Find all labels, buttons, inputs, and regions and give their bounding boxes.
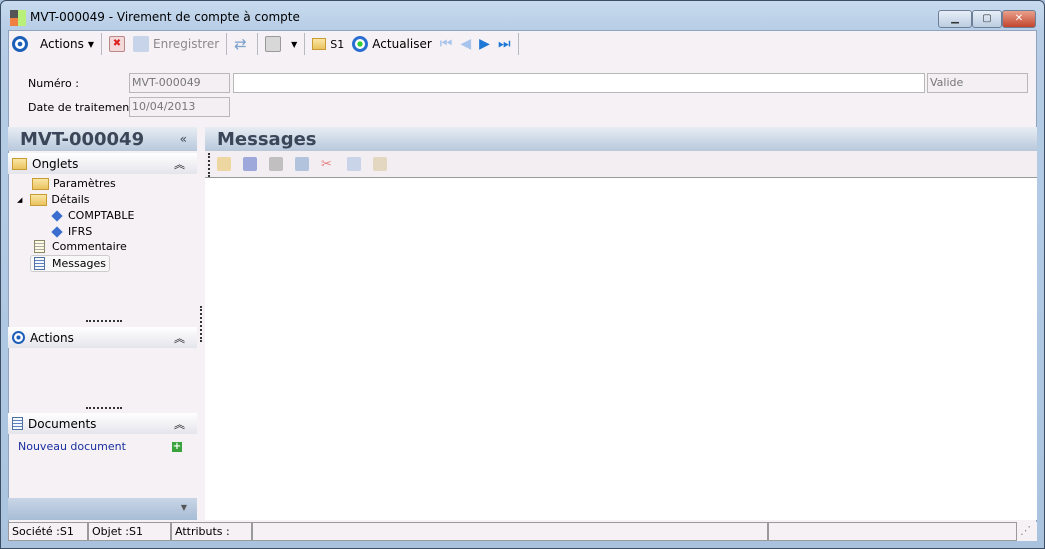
tree-item-ifrs[interactable]: IFRS [50,225,92,238]
document-icon [34,240,45,253]
diamond-icon [51,209,63,222]
last-record-button[interactable]: ⏭ [494,33,515,55]
sync-icon: ⇄ [234,35,247,53]
first-record-button[interactable]: ⏮ [436,33,457,55]
resize-grip-icon[interactable]: ⋰ [1017,522,1037,541]
documents-section-header[interactable]: Documents ︽ [8,413,197,434]
numero-label: Numéro : [28,77,79,90]
tree-item-commentaire[interactable]: Commentaire [34,240,127,253]
onglets-section-header[interactable]: Onglets ︽ [8,153,197,174]
maximize-button[interactable]: ▢ [972,10,1002,28]
folder-icon [312,38,327,50]
close-button[interactable]: ✕ [1002,10,1036,28]
splitter-grip[interactable] [86,320,122,322]
print-button[interactable]: ▼ [261,33,301,55]
actions-menu[interactable]: Actions ▼ [8,33,98,55]
first-icon: ⏮ [439,36,453,52]
folder-icon [32,177,49,190]
main-toolbar: Actions ▼ ✖ Enregistrer ⇄ ▼ S1 Actualiser… [8,33,522,55]
folder-icon [12,157,27,170]
previous-record-button[interactable]: ◀ [456,33,475,55]
target-icon [12,331,25,344]
delete-icon: ✖ [109,36,125,52]
tree-item-messages[interactable]: Messages [30,255,110,272]
description-field[interactable] [233,73,925,93]
date-field[interactable]: 10/04/2013 [129,97,230,117]
refresh-icon [352,36,369,52]
new-document-link[interactable]: Nouveau document [18,440,126,453]
folder-icon [30,193,48,206]
caret-down-icon: ▼ [87,39,94,49]
copy-icon[interactable] [347,157,361,171]
next-icon: ▶ [479,36,490,52]
panel-overflow-bar[interactable]: ▼ [8,498,197,520]
status-objet: Objet :S1 [88,522,171,541]
document-icon [12,417,23,430]
cut-icon[interactable]: ✂ [321,157,335,172]
save-button[interactable]: Enregistrer [129,33,223,55]
status-cell [252,522,768,541]
splitter-grip[interactable] [86,407,122,409]
app-icon [10,10,26,26]
last-icon: ⏭ [497,36,511,52]
window-title: MVT-000049 - Virement de compte à compte [30,10,300,24]
paste-icon[interactable] [373,157,387,171]
diamond-icon [51,225,63,238]
status-bar: Société :S1 Objet :S1 Attributs : ⋰ [8,522,1037,541]
status-cell [768,522,1017,541]
sync-icon[interactable] [295,157,309,171]
save-icon[interactable] [243,157,257,171]
sync-button[interactable]: ⇄ [230,33,254,55]
collapse-panel-button[interactable]: « [180,132,187,146]
printer-icon [265,36,282,52]
messages-toolbar: ✂ [205,151,1037,178]
status-field: Valide [927,73,1028,93]
open-icon[interactable] [217,157,231,171]
messages-content [205,178,1037,520]
tree-item-comptable[interactable]: COMPTABLE [50,209,134,222]
tree-item-parametres[interactable]: Paramètres [32,177,116,190]
date-label: Date de traitement : [28,101,141,114]
document-icon [34,257,45,270]
minimize-button[interactable]: ▁ [938,10,972,28]
caret-down-icon: ▼ [180,503,187,512]
target-icon [12,36,28,52]
previous-icon: ◀ [460,36,472,52]
refresh-button[interactable]: Actualiser [348,33,436,55]
s1-button[interactable]: S1 [308,33,348,55]
printer-icon[interactable] [269,157,283,171]
status-attributs: Attributs : [171,522,252,541]
record-title: MVT-000049 « [8,127,197,151]
collapse-chevron-icon: ︽ [174,157,185,171]
next-record-button[interactable]: ▶ [475,33,494,55]
collapse-chevron-icon: ︽ [174,331,185,345]
delete-button[interactable]: ✖ [105,33,129,55]
collapse-chevron-icon: ︽ [174,417,185,431]
caret-down-icon: ▼ [291,39,298,49]
status-societe: Société :S1 [8,522,88,541]
numero-field[interactable]: MVT-000049 [129,73,230,93]
vertical-splitter[interactable] [200,306,202,342]
content-title: Messages [205,127,1037,151]
tree-item-details[interactable]: ◢ Détails [17,193,90,206]
save-icon [133,36,149,52]
add-icon[interactable]: + [172,442,182,452]
expand-triangle-icon[interactable]: ◢ [17,196,22,204]
actions-section-header[interactable]: Actions ︽ [8,327,197,348]
